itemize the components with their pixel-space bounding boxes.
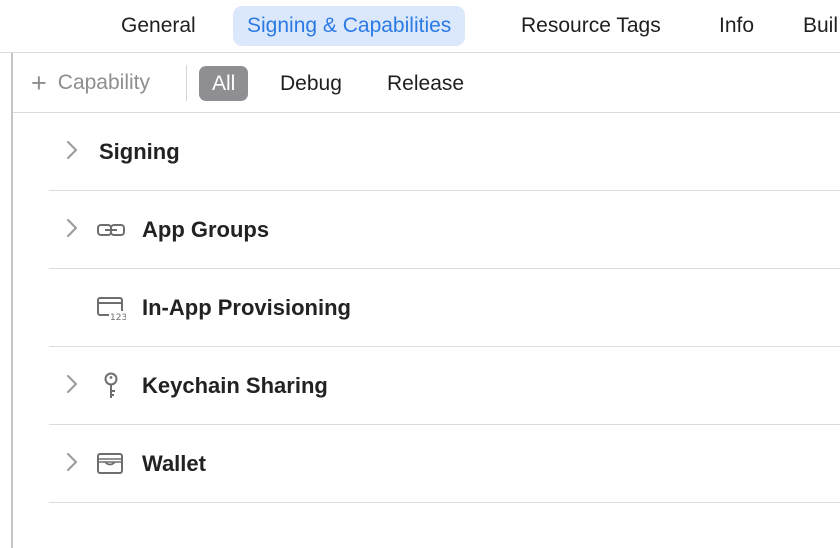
chevron-right-icon[interactable]: [65, 139, 79, 161]
link-icon: [97, 224, 125, 236]
chevron-right-icon[interactable]: [65, 217, 79, 239]
capability-label: Keychain Sharing: [142, 373, 328, 398]
key-icon: [104, 372, 118, 398]
tab-build-settings[interactable]: Buil: [803, 6, 838, 46]
card-123-icon: 123: [97, 297, 126, 323]
filter-debug[interactable]: Debug: [280, 66, 342, 101]
tab-signing-capabilities[interactable]: Signing & Capabilities: [233, 6, 466, 46]
plus-icon: +: [31, 67, 47, 98]
filter-release[interactable]: Release: [387, 66, 464, 101]
chevron-right-icon[interactable]: [65, 451, 79, 473]
capability-filter-bar: + Capability All Debug Release: [13, 53, 840, 113]
wallet-icon: [97, 453, 123, 474]
capability-row-app-groups[interactable]: App Groups: [49, 191, 840, 269]
capability-label: Signing: [99, 139, 180, 164]
capability-list: Signing App Groups 123 In-App Provisioni…: [49, 113, 840, 503]
capability-row-wallet[interactable]: Wallet: [49, 425, 840, 503]
capability-row-keychain-sharing[interactable]: Keychain Sharing: [49, 347, 840, 425]
tab-resource-tags[interactable]: Resource Tags: [521, 6, 661, 46]
toolbar-divider: [186, 65, 187, 101]
add-capability-label: Capability: [57, 71, 150, 94]
capability-label: Wallet: [142, 451, 206, 476]
add-capability-button[interactable]: + Capability: [31, 67, 150, 99]
capability-row-signing[interactable]: Signing: [49, 113, 840, 191]
capability-row-in-app-provisioning[interactable]: 123 In-App Provisioning: [49, 269, 840, 347]
filter-all[interactable]: All: [199, 66, 249, 101]
svg-text:123: 123: [110, 313, 126, 323]
capability-label: App Groups: [142, 217, 270, 242]
chevron-right-icon[interactable]: [65, 373, 79, 395]
editor-left-border: [11, 53, 13, 548]
tab-general[interactable]: General: [121, 6, 196, 46]
tab-bar: General Signing & Capabilities Resource …: [0, 0, 840, 53]
capability-label: In-App Provisioning: [142, 295, 351, 320]
tab-info[interactable]: Info: [719, 6, 754, 46]
